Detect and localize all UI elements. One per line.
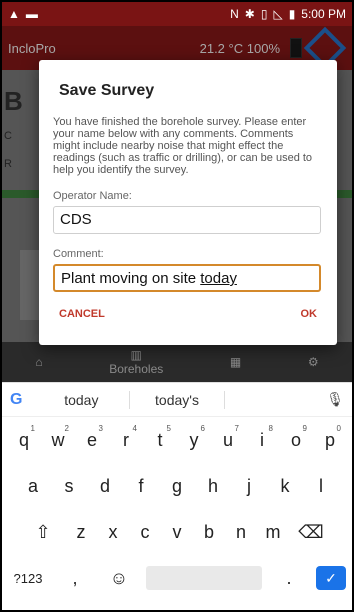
key-row-2: asdfghjkl: [2, 463, 352, 509]
bluetooth-icon: ✱: [244, 7, 255, 21]
nav-boreholes-label: Boreholes: [109, 362, 164, 376]
device-battery-percent: 100%: [246, 40, 280, 56]
nav-boreholes[interactable]: ▥ Boreholes: [109, 348, 163, 376]
nfc-icon: N: [230, 7, 239, 21]
soft-keyboard: G today today's 🎙 q1w2e3r4t5y6u7i8o9p0 a…: [2, 382, 352, 610]
key-o[interactable]: o9: [279, 424, 313, 451]
key-h[interactable]: h: [195, 476, 231, 497]
key-r[interactable]: r4: [109, 424, 143, 451]
no-signal-icon: ◺: [273, 7, 283, 21]
background-text-r: R: [4, 158, 12, 170]
key-y[interactable]: y6: [177, 424, 211, 451]
key-e[interactable]: e3: [75, 424, 109, 451]
key-f[interactable]: f: [123, 476, 159, 497]
background-text-c: C: [4, 130, 12, 142]
home-icon: ⌂: [35, 355, 43, 369]
key-j[interactable]: j: [231, 476, 267, 497]
key-v[interactable]: v: [161, 522, 193, 543]
vibrate-icon: ▯: [260, 7, 268, 21]
key-b[interactable]: b: [193, 522, 225, 543]
suggestion-divider: [224, 390, 226, 409]
key-a[interactable]: a: [15, 476, 51, 497]
key-w[interactable]: w2: [41, 424, 75, 451]
ok-button[interactable]: OK: [301, 308, 318, 320]
key-g[interactable]: g: [159, 476, 195, 497]
google-icon[interactable]: G: [10, 391, 34, 409]
symbols-key[interactable]: ?123: [8, 571, 48, 586]
key-number-hint: 9: [302, 423, 307, 433]
suggestion-2[interactable]: today's: [130, 392, 225, 408]
key-z[interactable]: z: [65, 522, 97, 543]
comment-text: Plant moving on site: [61, 270, 201, 287]
key-c[interactable]: c: [129, 522, 161, 543]
image-icon: ▬: [25, 7, 38, 21]
device-battery-icon: [290, 38, 302, 58]
key-q[interactable]: q1: [7, 424, 41, 451]
key-t[interactable]: t5: [143, 424, 177, 451]
key-number-hint: 5: [166, 423, 171, 433]
dialog-message: You have finished the borehole survey. P…: [53, 116, 313, 176]
boreholes-icon: ▥: [130, 348, 142, 362]
cancel-button[interactable]: CANCEL: [59, 308, 105, 320]
key-u[interactable]: u7: [211, 424, 245, 451]
key-m[interactable]: m: [257, 522, 289, 543]
device-status: 21.2 °C 100%: [200, 41, 280, 56]
key-x[interactable]: x: [97, 522, 129, 543]
key-number-hint: 8: [268, 423, 273, 433]
space-key[interactable]: [146, 566, 262, 590]
background-heading: B: [4, 86, 23, 116]
status-time: 5:00 PM: [301, 7, 346, 21]
warning-icon: ▲: [8, 7, 20, 21]
key-number-hint: 4: [132, 423, 137, 433]
phone-screen: ▲ ▬ N ✱ ▯ ◺ ▮ 5:00 PM IncloPro 21.2 °C 1…: [0, 0, 354, 612]
key-number-hint: 0: [336, 423, 341, 433]
emoji-key-icon[interactable]: ☺: [102, 568, 136, 589]
comment-field[interactable]: Plant moving on site today: [53, 264, 321, 292]
key-l[interactable]: l: [303, 476, 339, 497]
key-row-1: q1w2e3r4t5y6u7i8o9p0: [2, 417, 352, 463]
dialog-actions: CANCEL OK: [53, 308, 321, 320]
status-bar: ▲ ▬ N ✱ ▯ ◺ ▮ 5:00 PM: [2, 2, 352, 26]
settings-icon: ⚙: [307, 355, 319, 369]
operator-name-field[interactable]: CDS: [53, 206, 321, 234]
comment-label: Comment:: [53, 248, 104, 260]
battery-icon: ▮: [288, 7, 296, 21]
nav-home[interactable]: ⌂: [35, 355, 42, 369]
suggestion-1[interactable]: today: [34, 392, 129, 408]
key-i[interactable]: i8: [245, 424, 279, 451]
period-key[interactable]: .: [272, 568, 306, 589]
comment-text-composing: today: [200, 270, 237, 287]
key-p[interactable]: p0: [313, 424, 347, 451]
microphone-icon[interactable]: 🎙: [320, 391, 344, 408]
key-number-hint: 2: [64, 423, 69, 433]
key-s[interactable]: s: [51, 476, 87, 497]
bottom-nav: ⌂ ▥ Boreholes ▦ ⚙: [2, 342, 352, 382]
key-number-hint: 7: [234, 423, 239, 433]
operator-name-label: Operator Name:: [53, 190, 132, 202]
nav-grid[interactable]: ▦: [230, 355, 241, 369]
shift-key-icon[interactable]: ⇧: [21, 522, 65, 543]
save-survey-dialog: Save Survey You have finished the boreho…: [39, 60, 337, 345]
temperature: 21.2 °C: [199, 40, 244, 56]
comma-key[interactable]: ,: [58, 568, 92, 589]
key-number-hint: 1: [30, 423, 35, 433]
key-number-hint: 6: [200, 423, 205, 433]
key-k[interactable]: k: [267, 476, 303, 497]
suggestion-strip: G today today's 🎙: [2, 383, 352, 417]
backspace-key-icon[interactable]: ⌫: [289, 522, 333, 543]
grid-icon: ▦: [229, 355, 242, 369]
enter-check-icon[interactable]: ✓: [316, 566, 346, 590]
key-row-4: ?123 , ☺ . ✓: [2, 555, 352, 601]
nav-settings[interactable]: ⚙: [308, 355, 319, 369]
dialog-title: Save Survey: [59, 82, 155, 99]
app-title: IncloPro: [8, 40, 56, 56]
key-number-hint: 3: [98, 423, 103, 433]
key-d[interactable]: d: [87, 476, 123, 497]
key-n[interactable]: n: [225, 522, 257, 543]
key-row-3: ⇧ z x c v b n m ⌫: [2, 509, 352, 555]
